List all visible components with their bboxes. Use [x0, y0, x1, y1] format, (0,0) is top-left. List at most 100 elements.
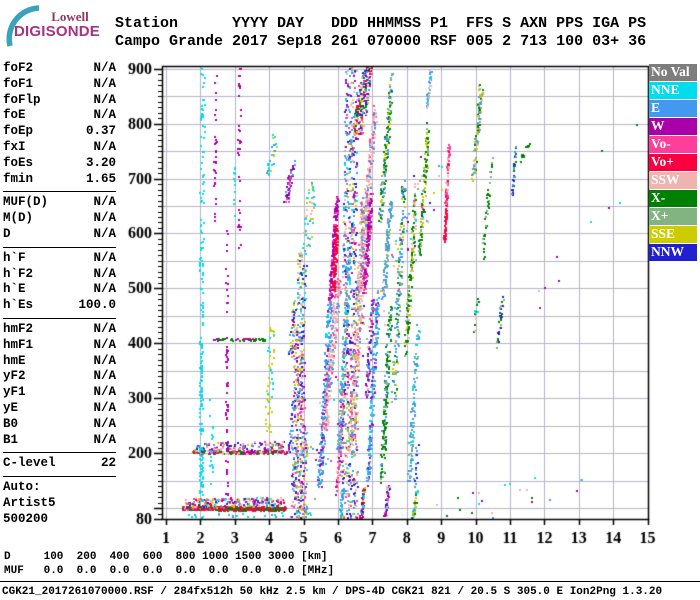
param-value: N/A — [93, 337, 116, 352]
digisonde-logo: Lowell DIGISONDE — [4, 4, 116, 50]
param-label: foE — [3, 108, 26, 123]
header-columns-line: Station YYYY DAY DDD HHMMSS P1 FFS S AXN… — [115, 15, 647, 32]
legend-item-ssw: SSW — [649, 172, 697, 189]
param-row-ye: yE N/A — [3, 401, 116, 417]
param-row-b1: B1 N/A — [3, 433, 116, 449]
param-value: N/A — [93, 369, 116, 384]
param-value: 3.20 — [85, 155, 116, 170]
panel-divider — [3, 317, 116, 319]
param-label: h`Es — [3, 298, 34, 313]
param-value: N/A — [93, 400, 116, 415]
logo-digisonde-text: DIGISONDE — [14, 23, 100, 40]
param-label: foF1 — [3, 76, 34, 91]
header-values-line: Campo Grande 2017 Sep18 261 070000 RSF 0… — [115, 33, 647, 50]
legend-item-vo+: Vo+ — [649, 154, 697, 171]
legend-item-sse: SSE — [649, 226, 697, 243]
param-label: h`F2 — [3, 266, 34, 281]
param-value: N/A — [93, 76, 116, 91]
param-label: h`F — [3, 250, 26, 265]
param-value: N/A — [93, 92, 116, 107]
d-distance-row: D 100 200 400 600 800 1000 1500 3000 [km… — [4, 551, 328, 563]
param-value: N/A — [93, 195, 116, 210]
param-label: foEp — [3, 124, 34, 139]
param-label: B1 — [3, 432, 19, 447]
panel-divider — [3, 452, 116, 454]
param-value: N/A — [93, 385, 116, 400]
status-bar: CGK21_2017261070000.RSF / 284fx512h 50 k… — [2, 586, 663, 598]
panel-divider — [3, 476, 116, 478]
param-label: fxI — [3, 139, 26, 154]
param-value: 0.37 — [85, 124, 116, 139]
param-label: yF2 — [3, 369, 26, 384]
param-row-fxi: fxI N/A — [3, 140, 116, 156]
param-label: M(D) — [3, 211, 34, 226]
param-value: 22 — [100, 456, 116, 471]
param-label: MUF(D) — [3, 195, 49, 210]
param-value: 100.0 — [78, 298, 116, 313]
param-value: N/A — [93, 282, 116, 297]
status-separator — [0, 581, 700, 582]
param-row-foep: foEp 0.37 — [3, 124, 116, 140]
echo-direction-legend: No Val NNE E W Vo- Vo+ SSW X- X+ SSE NNW — [649, 64, 697, 262]
param-value: N/A — [93, 321, 116, 336]
param-value: N/A — [93, 139, 116, 154]
param-label: yE — [3, 400, 19, 415]
param-row-hes: h`Es 100.0 — [3, 298, 116, 314]
param-value: 1.65 — [85, 171, 116, 186]
param-label: fmin — [3, 171, 34, 186]
param-row-fof1: foF1 N/A — [3, 77, 116, 93]
legend-item-x+: X+ — [649, 208, 697, 225]
param-label: hmF1 — [3, 337, 34, 352]
param-row-hme: hmE N/A — [3, 354, 116, 370]
station-header: Station YYYY DAY DDD HHMMSS P1 FFS S AXN… — [115, 15, 646, 51]
parameter-panel: foF2 N/A foF1 N/A foFlp N/A foE N/A foEp 0.37 fxI N… — [3, 61, 116, 528]
auto-line-0: Auto: — [3, 480, 41, 495]
param-value: N/A — [93, 353, 116, 368]
param-value: N/A — [93, 108, 116, 123]
param-label: foF2 — [3, 61, 34, 75]
param-row-yf2: yF2 N/A — [3, 369, 116, 385]
param-label: hmE — [3, 353, 26, 368]
param-row-mufd: MUF(D) N/A — [3, 195, 116, 211]
param-row-hf2: h`F2 N/A — [3, 267, 116, 283]
param-label: h`E — [3, 282, 26, 297]
legend-item-w: W — [649, 118, 697, 135]
param-value: N/A — [93, 226, 116, 241]
param-label: hmF2 — [3, 321, 34, 336]
param-row-foflp: foFlp N/A — [3, 93, 116, 109]
param-row-d: D N/A — [3, 227, 116, 243]
param-row-b0: B0 N/A — [3, 417, 116, 433]
legend-item-nne: NNE — [649, 82, 697, 99]
param-value: N/A — [93, 61, 116, 75]
param-row-fmin: fmin 1.65 — [3, 172, 116, 188]
param-label: foFlp — [3, 92, 41, 107]
param-value: N/A — [93, 266, 116, 281]
legend-item-nnw: NNW — [649, 244, 697, 261]
legend-item-noval: No Val — [649, 64, 697, 81]
muf-row: MUF 0.0 0.0 0.0 0.0 0.0 0.0 0.0 0.0 [MHz… — [4, 565, 335, 577]
param-label: foEs — [3, 155, 34, 170]
param-label: C-level — [3, 456, 56, 471]
param-value: N/A — [93, 211, 116, 226]
param-row-foes: foEs 3.20 — [3, 156, 116, 172]
param-label: D — [3, 226, 11, 241]
legend-item-e: E — [649, 100, 697, 117]
auto-line-1: Artist5 — [3, 495, 56, 510]
panel-divider — [3, 191, 116, 193]
param-row-yf1: yF1 N/A — [3, 385, 116, 401]
param-row-he: h`E N/A — [3, 282, 116, 298]
param-row-fof2: foF2 N/A — [3, 61, 116, 77]
legend-item-x-: X- — [649, 190, 697, 207]
param-value: N/A — [93, 432, 116, 447]
param-row-foe: foE N/A — [3, 108, 116, 124]
panel-divider — [3, 246, 116, 248]
param-row-hf: h`F N/A — [3, 251, 116, 267]
param-label: B0 — [3, 416, 19, 431]
param-row-clevel: C-level 22 — [3, 456, 116, 472]
d-muf-table: D 100 200 400 600 800 1000 1500 3000 [km… — [4, 550, 334, 578]
param-label: yF1 — [3, 385, 26, 400]
legend-item-vo-: Vo- — [649, 136, 697, 153]
param-row-hmf2: hmF2 N/A — [3, 322, 116, 338]
param-row-md: M(D) N/A — [3, 211, 116, 227]
param-value: N/A — [93, 250, 116, 265]
